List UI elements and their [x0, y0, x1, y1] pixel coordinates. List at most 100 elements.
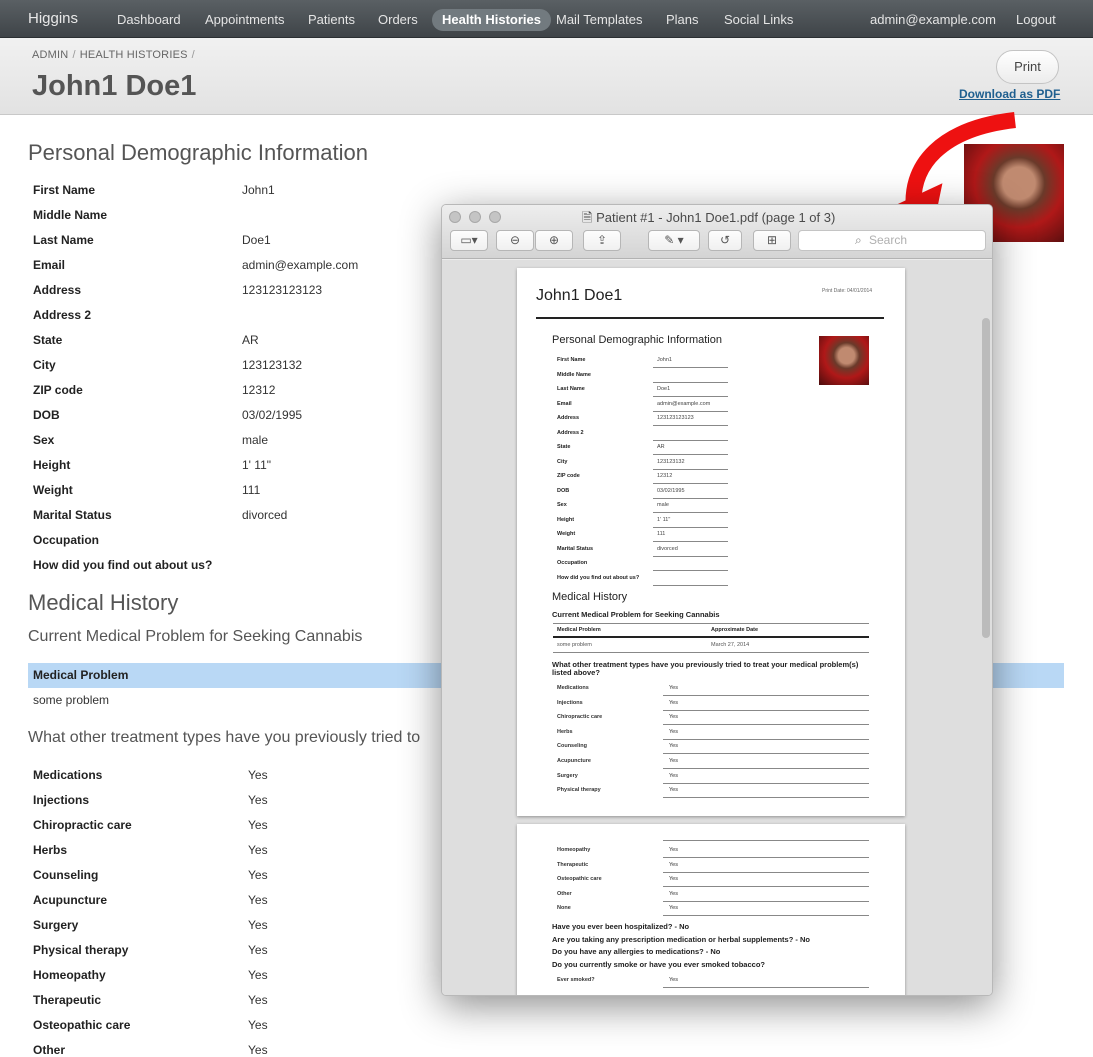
- treatment-value: Yes: [248, 868, 268, 882]
- pdf-treatment-value: Yes: [669, 876, 678, 883]
- field-label: Last Name: [33, 233, 94, 247]
- field-label: Height: [33, 458, 71, 472]
- preview-scrollbar[interactable]: [982, 318, 990, 638]
- breadcrumb-admin[interactable]: ADMIN: [32, 49, 68, 61]
- markup-button[interactable]: ✎ ▾: [648, 230, 700, 251]
- field-value: 1' 11": [242, 458, 272, 472]
- field-value: 123123132: [242, 358, 303, 372]
- nav-logout[interactable]: Logout: [1006, 9, 1066, 31]
- pdf-col-medical-problem: Medical Problem: [557, 627, 601, 633]
- pdf-field-row: ZIP code 12312: [553, 471, 728, 485]
- pdf-field-value: divorced: [657, 545, 678, 552]
- field-label: Email: [33, 258, 66, 272]
- pdf-treatment-row: Therapeutic Yes: [553, 859, 869, 873]
- pdf-treatment-value: Yes: [669, 772, 678, 779]
- breadcrumb: ADMIN / HEALTH HISTORIES /: [32, 49, 195, 61]
- treatment-value: Yes: [248, 993, 268, 1007]
- page-header: ADMIN / HEALTH HISTORIES / John1 Doe1 Print…: [0, 38, 1093, 115]
- nav-plans[interactable]: Plans: [656, 9, 709, 31]
- treatment-value: Yes: [248, 968, 268, 982]
- nav-dashboard[interactable]: Dashboard: [107, 9, 191, 31]
- pdf-question: Are you taking any prescription medicati…: [552, 934, 810, 944]
- treatment-label: Other: [33, 1043, 66, 1057]
- pdf-treatment-value: Yes: [669, 743, 678, 750]
- pdf-field-label: ZIP code: [557, 473, 580, 479]
- pdf-field-label: Height: [557, 516, 575, 523]
- field-value: male: [242, 433, 269, 447]
- print-button[interactable]: Print: [996, 50, 1059, 84]
- pdf-field-value: 111: [657, 531, 666, 537]
- pdf-treatment-label: Injections: [557, 699, 583, 706]
- pdf-col-approx-date: Approximate Date: [711, 627, 759, 633]
- zoom-in-button[interactable]: ⊕: [535, 230, 573, 251]
- pdf-page-1: John1 Doe1 Print Date: 04/01/2014 Person…: [517, 268, 905, 816]
- pdf-field-label: Occupation: [557, 560, 588, 566]
- pdf-field-label: Address 2: [557, 429, 584, 436]
- zoom-out-button[interactable]: ⊖: [496, 230, 534, 251]
- treatment-value: Yes: [248, 918, 268, 932]
- pdf-question: Have you ever been hospitalized? - No: [552, 922, 690, 931]
- pdf-field-value: AR: [657, 444, 665, 450]
- pdf-treatment-label: Medications: [557, 685, 589, 691]
- pdf-treatment-label: Herbs: [557, 728, 573, 735]
- medical-problem-column: Medical Problem: [33, 668, 129, 682]
- pdf-field-row: Occupation: [553, 558, 728, 572]
- sidebar-icon: ▭▾: [460, 233, 478, 247]
- pdf-field-value: Doe1: [657, 386, 671, 392]
- toolbox-button[interactable]: ⊞: [753, 230, 791, 251]
- brand-logo[interactable]: Higgins: [28, 10, 78, 27]
- nav-mail-templates[interactable]: Mail Templates: [546, 9, 652, 31]
- field-value: John1: [242, 183, 275, 197]
- pdf-current-problem-heading: Current Medical Problem for Seeking Cann…: [552, 610, 720, 619]
- pdf-table-bottom-rule: [553, 652, 869, 653]
- close-window-button[interactable]: [449, 211, 461, 223]
- sidebar-toggle-button[interactable]: ▭▾: [450, 230, 488, 251]
- pdf-title: John1 Doe1: [536, 287, 623, 304]
- pdf-field-label: State: [557, 444, 571, 450]
- pdf-field-label: Weight: [557, 531, 576, 537]
- breadcrumb-health-histories[interactable]: HEALTH HISTORIES: [80, 49, 188, 61]
- pdf-problem-value: some problem: [557, 642, 592, 648]
- pdf-treatment-label: Therapeutic: [557, 861, 589, 868]
- nav-patients[interactable]: Patients: [298, 9, 365, 31]
- pdf-field-row: DOB 03/02/1995: [553, 486, 728, 500]
- rotate-button[interactable]: ↺: [708, 230, 742, 251]
- pdf-field-row: Height 1' 11": [553, 515, 728, 529]
- treatment-value: Yes: [248, 793, 268, 807]
- pdf-treatment-value: Yes: [669, 787, 678, 794]
- pdf-treatment-row: None Yes: [553, 902, 869, 917]
- top-navbar: Higgins Dashboard Appointments Patients …: [0, 0, 1093, 38]
- treatment-label: Osteopathic care: [33, 1018, 131, 1032]
- treatment-value: Yes: [248, 1018, 268, 1032]
- treatment-label: Homeopathy: [33, 968, 106, 982]
- nav-appointments[interactable]: Appointments: [195, 9, 295, 31]
- preview-document-area[interactable]: John1 Doe1 Print Date: 04/01/2014 Person…: [442, 260, 992, 995]
- nav-social-links[interactable]: Social Links: [714, 9, 803, 31]
- download-pdf-link[interactable]: Download as PDF: [959, 87, 1060, 101]
- minimize-window-button[interactable]: [469, 211, 481, 223]
- pdf-field-label: Middle Name: [557, 371, 591, 378]
- field-value: divorced: [242, 508, 288, 522]
- pdf-treatment-value: Yes: [669, 861, 678, 868]
- preview-search-input[interactable]: ⌕ Search: [798, 230, 986, 251]
- pdf-field-row: Middle Name: [553, 370, 728, 384]
- treatment-label: Chiropractic care: [33, 818, 132, 832]
- field-label: Sex: [33, 433, 55, 447]
- field-label: Marital Status: [33, 508, 112, 522]
- nav-health-histories[interactable]: Health Histories: [432, 9, 551, 31]
- treatment-label: Acupuncture: [33, 893, 108, 907]
- pdf-field-label: Last Name: [557, 386, 585, 392]
- pdf-table-top-rule: [553, 623, 869, 624]
- field-label: State: [33, 333, 63, 347]
- pdf-treatment-row: Acupuncture Yes: [553, 755, 869, 769]
- zoom-window-button[interactable]: [489, 211, 501, 223]
- pdf-treatment-row: Physical therapy Yes: [553, 784, 869, 799]
- treatment-value: Yes: [248, 843, 268, 857]
- pdf-title-rule: [536, 317, 884, 319]
- nav-user-email[interactable]: admin@example.com: [860, 9, 1006, 31]
- nav-orders[interactable]: Orders: [368, 9, 428, 31]
- field-label: Occupation: [33, 533, 100, 547]
- share-button[interactable]: ⇪: [583, 230, 621, 251]
- pdf-treatment-row: Medications Yes: [553, 682, 869, 696]
- pdf-preview-window[interactable]: 🗎 Patient #1 - John1 Doe1.pdf (page 1 of…: [441, 204, 993, 996]
